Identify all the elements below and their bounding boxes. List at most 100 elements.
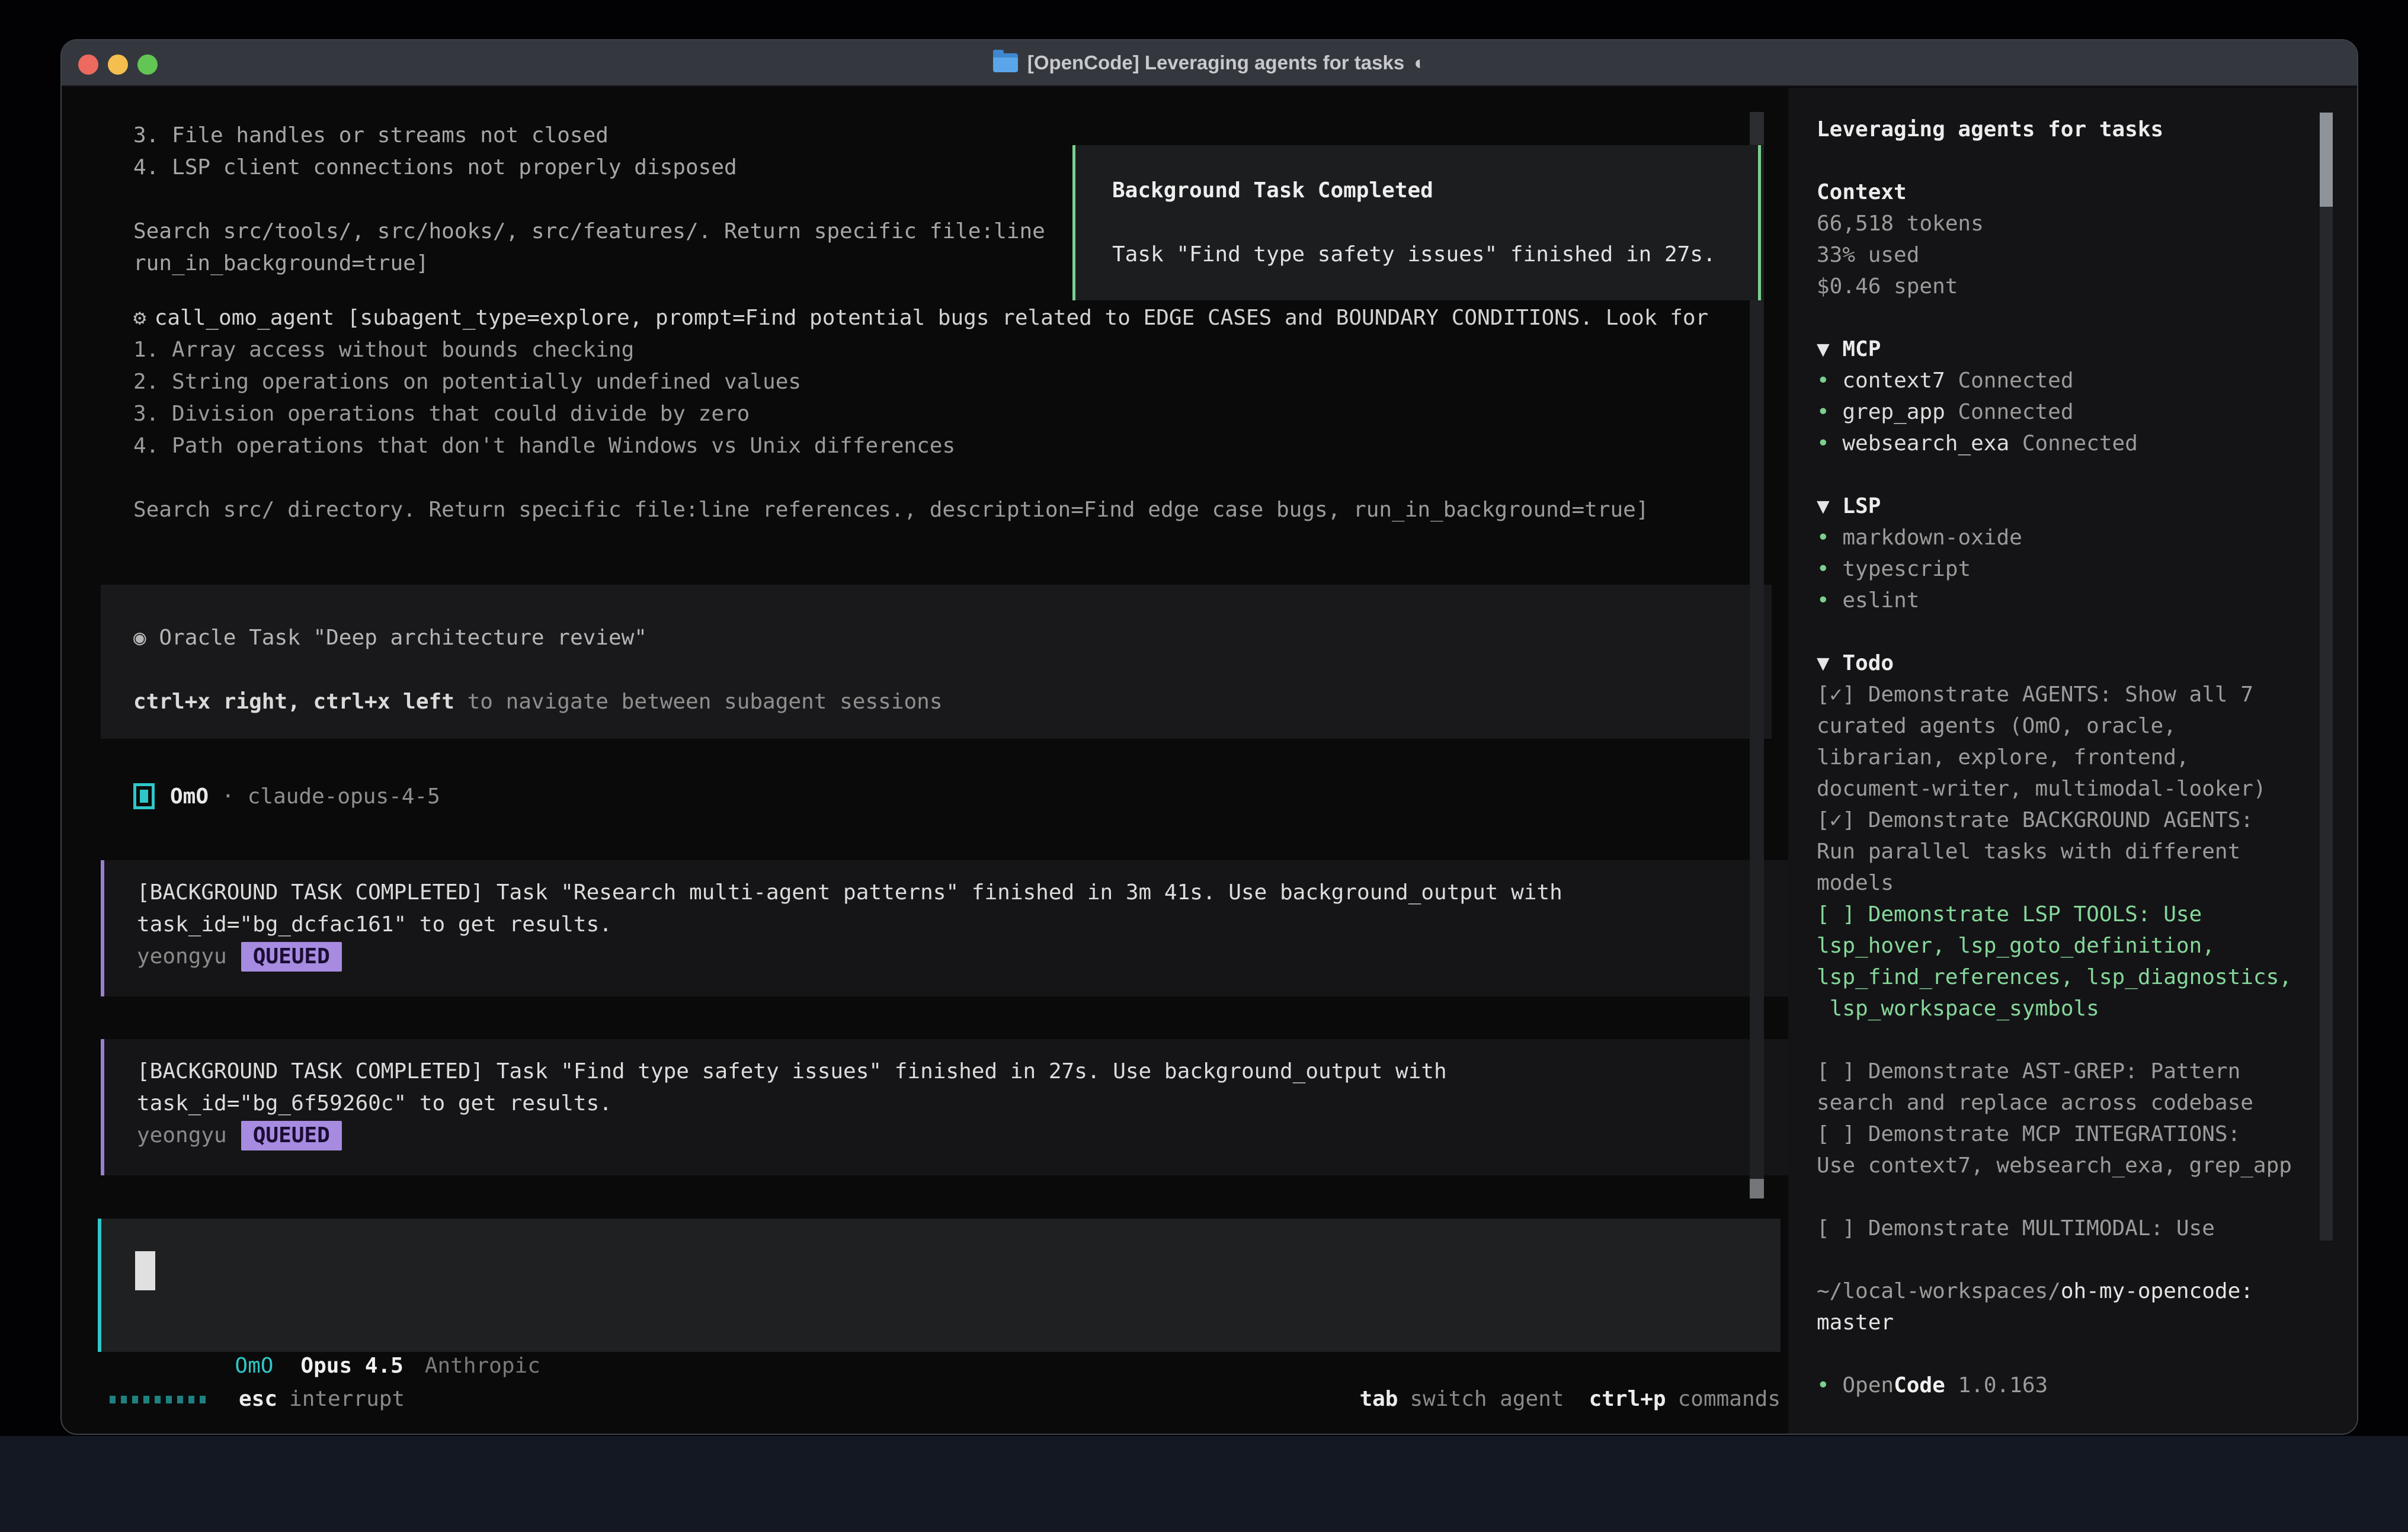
workspace-path-prefix: ~/local-workspaces/	[1817, 1279, 2061, 1303]
mcp-name: grep_app	[1842, 400, 1945, 424]
sidebar-scrollbar-thumb[interactable]	[2320, 113, 2333, 207]
mcp-name: websearch_exa	[1842, 431, 2009, 456]
status-dot-icon: •	[1817, 525, 1830, 550]
mcp-name: context7	[1842, 368, 1945, 393]
context-spent: $0.46 spent	[1817, 271, 2308, 302]
subagent-navigation-hint: ctrl+x right, ctrl+x left to navigate be…	[133, 686, 1772, 718]
status-badge: QUEUED	[241, 1121, 342, 1150]
mcp-item: • websearch_exa Connected	[1817, 428, 2308, 459]
desktop-background	[0, 1436, 2408, 1532]
separator-dot: ·	[222, 784, 235, 809]
tool-call-item: 3. Division operations that could divide…	[133, 398, 1708, 430]
mcp-status: Connected	[2022, 431, 2138, 456]
main-scrollbar-thumb[interactable]	[1750, 1179, 1764, 1198]
mcp-item: • grep_app Connected	[1817, 396, 2308, 428]
message-line: task_id="bg_dcfac161" to get results.	[137, 909, 1767, 941]
status-dot-icon: •	[1817, 368, 1830, 393]
sidebar-scrollbar[interactable]	[2320, 113, 2333, 1241]
shortcut-ctrlp: ctrl+p	[1589, 1383, 1666, 1415]
hint-text: to navigate between subagent sessions	[467, 690, 943, 714]
mcp-heading-text: MCP	[1842, 337, 1881, 361]
agent-model: claude-opus-4-5	[248, 784, 440, 809]
lsp-name: markdown-oxide	[1842, 525, 2022, 550]
window-title-group: [OpenCode] Leveraging agents for tasks ◐	[993, 52, 1426, 74]
shortcut-ctrlp-label: commands	[1678, 1383, 1781, 1415]
input-agent-name: OmO	[235, 1354, 273, 1378]
notification-body: Task "Find type safety issues" finished …	[1112, 239, 1740, 271]
status-bar: esc interrupt tab switch agent ctrl+p co…	[110, 1383, 1781, 1415]
collapse-triangle-icon[interactable]: ▼	[1817, 494, 1830, 518]
shortcut-tab: tab	[1359, 1383, 1398, 1415]
app-name-dim: Open	[1842, 1373, 1894, 1398]
agent-session-header: OmO · claude-opus-4-5	[133, 780, 440, 812]
zoom-button[interactable]	[137, 55, 158, 75]
collapse-triangle-icon[interactable]: ▼	[1817, 337, 1830, 361]
hint-shortcut: ctrl+x right,	[133, 690, 300, 714]
tool-call-item: 1. Array access without bounds checking	[133, 334, 1708, 366]
main-scrollbar-top-segment	[1750, 112, 1764, 145]
status-badge: QUEUED	[241, 942, 342, 972]
shortcut-esc-label: interrupt	[289, 1383, 405, 1415]
agent-name: OmO	[170, 784, 209, 809]
window-title: [OpenCode] Leveraging agents for tasks	[1027, 52, 1404, 74]
shortcut-esc: esc	[239, 1383, 277, 1415]
minimize-button[interactable]	[108, 55, 128, 75]
message-line: task_id="bg_6f59260c" to get results.	[137, 1088, 1767, 1120]
traffic-lights[interactable]	[78, 55, 158, 75]
scrollback-line	[133, 184, 1045, 216]
message-line: [BACKGROUND TASK COMPLETED] Task "Resear…	[137, 877, 1767, 909]
scrollback-line: Search src/tools/, src/hooks/, src/featu…	[133, 216, 1045, 248]
input-model-name: Opus 4.5	[300, 1354, 403, 1378]
background-task-notification: Background Task Completed Task "Find typ…	[1072, 145, 1761, 300]
todo-item-done: [✓] Demonstrate AGENTS: Show all 7 curat…	[1817, 679, 2308, 805]
todo-item-active: [ ] Demonstrate LSP TOOLS: Use lsp_hover…	[1817, 899, 2308, 1024]
workspace-path: ~/local-workspaces/oh-my-opencode:	[1817, 1275, 2308, 1307]
todo-item-pending: [ ] Demonstrate MULTIMODAL: Use	[1817, 1213, 2308, 1244]
workspace-repo: oh-my-opencode:	[2061, 1279, 2253, 1303]
todo-item-pending: [ ] Demonstrate AST-GREP: Pattern search…	[1817, 1056, 2308, 1118]
lsp-name: typescript	[1842, 557, 1971, 581]
status-dot-icon: •	[1817, 431, 1830, 456]
lsp-item: • markdown-oxide	[1817, 522, 2308, 553]
todo-section-heading[interactable]: ▼ Todo	[1817, 648, 2308, 679]
lsp-name: eslint	[1842, 588, 1919, 613]
tool-call-footer: Search src/ directory. Return specific f…	[133, 494, 1708, 526]
session-title: Leveraging agents for tasks	[1817, 114, 2308, 145]
oracle-task-title: ◉ Oracle Task "Deep architecture review"	[133, 622, 1772, 654]
mcp-status: Connected	[1958, 368, 2073, 393]
tool-call-item: 4. Path operations that don't handle Win…	[133, 430, 1708, 462]
activity-indicator-icon: ◐	[1414, 52, 1426, 74]
message-author: yeongyu	[137, 1120, 227, 1152]
app-name-bold: Code	[1894, 1373, 1945, 1398]
sidebar: Leveraging agents for tasks Context 66,5…	[1817, 114, 2308, 1401]
shortcut-tab-label: switch agent	[1410, 1383, 1564, 1415]
notification-title: Background Task Completed	[1112, 175, 1740, 207]
lsp-heading-text: LSP	[1842, 494, 1881, 518]
tool-call-item: 2. String operations on potentially unde…	[133, 366, 1708, 398]
mcp-status: Connected	[1958, 400, 2073, 424]
hint-shortcut: ctrl+x left	[313, 690, 454, 714]
input-provider-name: Anthropic	[425, 1354, 540, 1378]
close-button[interactable]	[78, 55, 98, 75]
scrollback-text: 3. File handles or streams not closed 4.…	[133, 120, 1045, 280]
status-dot-icon: •	[1817, 400, 1830, 424]
scrollback-line: 4. LSP client connections not properly d…	[133, 152, 1045, 184]
prompt-input[interactable]: OmOOpus 4.5Anthropic	[98, 1219, 1781, 1352]
tool-call-blank-line	[133, 462, 1708, 494]
mcp-section-heading[interactable]: ▼ MCP	[1817, 334, 2308, 365]
collapse-triangle-icon[interactable]: ▼	[1817, 651, 1830, 675]
status-dot-icon: •	[1817, 1373, 1830, 1398]
activity-spinner-icon	[110, 1396, 206, 1403]
oracle-task-panel[interactable]: ◉ Oracle Task "Deep architecture review"…	[101, 585, 1772, 739]
context-tokens: 66,518 tokens	[1817, 208, 2308, 239]
terminal-window: [OpenCode] Leveraging agents for tasks ◐…	[60, 39, 2358, 1435]
message-line: [BACKGROUND TASK COMPLETED] Task "Find t…	[137, 1056, 1767, 1088]
record-icon: ◉	[133, 626, 146, 650]
titlebar: [OpenCode] Leveraging agents for tasks ◐	[62, 40, 2357, 86]
lsp-item: • typescript	[1817, 553, 2308, 585]
workspace-branch: master	[1817, 1307, 2308, 1338]
agent-checkbox-icon	[133, 783, 155, 809]
terminal-content: 3. File handles or streams not closed 4.…	[62, 88, 2357, 1434]
todo-heading-text: Todo	[1842, 651, 1894, 675]
lsp-section-heading[interactable]: ▼ LSP	[1817, 491, 2308, 522]
